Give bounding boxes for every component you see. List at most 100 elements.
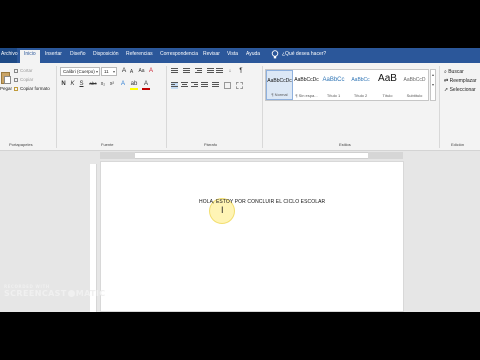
- styles-scroll[interactable]: ▴ ▾: [430, 69, 436, 101]
- style-label: Subtítulo: [406, 93, 423, 98]
- style-preview: AaBbCc: [322, 77, 345, 83]
- word-window: Archivo Inicio Insertar Diseño Disposici…: [0, 48, 480, 312]
- replace-label: Reemplazar: [449, 78, 477, 84]
- clipboard-group-label: Portapapeles: [9, 142, 33, 147]
- lightbulb-icon[interactable]: [271, 50, 281, 60]
- italic-button[interactable]: K: [69, 80, 76, 88]
- underline-button[interactable]: S: [78, 80, 85, 88]
- copy-icon: [14, 77, 18, 82]
- font-family-value: Calibri (Cuerpo): [63, 69, 95, 74]
- highlight-icon[interactable]: ab: [130, 80, 138, 88]
- cut-button[interactable]: Cortar: [14, 68, 33, 73]
- tab-revisar[interactable]: Revisar: [203, 51, 220, 57]
- watermark: RECORDED WITH SCREENCAST MATIC: [4, 284, 106, 298]
- superscript-button[interactable]: x²: [108, 80, 116, 88]
- style-label: Título: [382, 93, 393, 98]
- align-right-icon[interactable]: [191, 82, 198, 89]
- text-effects-icon[interactable]: A: [119, 80, 127, 88]
- editing-group-label: Edición: [451, 142, 465, 147]
- document-text[interactable]: HOLA, ESTOY POR CONCLUIR EL CICLO ESCOLA…: [199, 199, 325, 205]
- text-cursor-icon: I: [221, 205, 224, 215]
- grow-font-icon[interactable]: A: [120, 67, 128, 75]
- record-dot-icon: [67, 290, 75, 297]
- style-no-spacing[interactable]: AaBbCcDc ¶ Sin espa...: [293, 70, 320, 100]
- styles-group-label: Estilos: [339, 142, 351, 147]
- tab-disposicion[interactable]: Disposición: [93, 51, 119, 57]
- watermark-brand-right: MATIC: [75, 289, 106, 298]
- paragraph-group-label: Párrafo: [204, 142, 218, 147]
- divider: [262, 66, 263, 148]
- tell-me-search[interactable]: ¿Qué desea hacer?: [282, 51, 326, 57]
- pilcrow-icon[interactable]: ¶: [237, 67, 245, 75]
- tab-inicio[interactable]: Inicio: [20, 50, 40, 63]
- ribbon: Pegar Cortar Copiar Copiar formato Porta…: [0, 63, 480, 151]
- find-button[interactable]: ⌕ Buscar: [444, 69, 464, 75]
- chevron-down-icon[interactable]: ▾: [432, 82, 434, 87]
- paste-label: Pegar: [0, 86, 13, 91]
- divider: [439, 66, 440, 148]
- copy-label: Copiar: [20, 77, 34, 82]
- style-preview: AaBbCcD: [403, 77, 426, 83]
- select-button[interactable]: ➚ Seleccionar: [444, 87, 476, 93]
- tab-vista[interactable]: Vista: [227, 51, 238, 57]
- divider: [56, 66, 57, 148]
- tab-archivo[interactable]: Archivo: [0, 48, 18, 63]
- multilevel-list-icon[interactable]: [195, 68, 202, 75]
- divider: [166, 66, 167, 148]
- style-preview: AaBbCcDc: [294, 77, 319, 83]
- justify-icon[interactable]: [201, 82, 208, 89]
- font-color-icon[interactable]: A: [142, 80, 150, 88]
- ruler-right-margin: [368, 152, 403, 159]
- style-label: Título 2: [353, 93, 368, 98]
- shading-icon[interactable]: [224, 82, 231, 89]
- copy-button[interactable]: Copiar: [14, 77, 33, 82]
- font-group-label: Fuente: [101, 142, 114, 147]
- ruler-left-margin: [100, 152, 135, 159]
- style-heading-1[interactable]: AaBbCc Título 1: [320, 70, 347, 100]
- style-subtitle[interactable]: AaBbCcD Subtítulo: [401, 70, 428, 100]
- replace-button[interactable]: ⇄ Reemplazar: [444, 78, 477, 84]
- tab-ayuda[interactable]: Ayuda: [246, 51, 260, 57]
- font-size-select[interactable]: 11 ▾: [101, 67, 117, 76]
- align-center-icon[interactable]: [181, 82, 188, 89]
- sort-icon[interactable]: ↓: [226, 67, 234, 75]
- chevron-up-icon[interactable]: ▴: [432, 72, 434, 77]
- font-family-select[interactable]: Calibri (Cuerpo) ▾: [60, 67, 100, 76]
- style-label: Título 1: [326, 93, 341, 98]
- style-title[interactable]: AaB Título: [374, 70, 401, 100]
- bullets-icon[interactable]: [171, 68, 178, 75]
- format-painter-button[interactable]: Copiar formato: [14, 86, 50, 91]
- subscript-button[interactable]: x₂: [99, 80, 107, 88]
- watermark-brand-left: SCREENCAST: [4, 289, 67, 298]
- bold-button[interactable]: N: [60, 80, 67, 88]
- increase-indent-icon[interactable]: [216, 68, 223, 75]
- format-painter-label: Copiar formato: [20, 86, 50, 91]
- chevron-down-icon: ▾: [95, 69, 98, 74]
- tab-correspondencia[interactable]: Correspondencia: [160, 51, 198, 57]
- strikethrough-button[interactable]: abc: [88, 80, 98, 88]
- line-spacing-icon[interactable]: [212, 82, 219, 89]
- style-heading-2[interactable]: AaBbCc Título 2: [347, 70, 374, 100]
- decrease-indent-icon[interactable]: [207, 68, 214, 75]
- document-page[interactable]: HOLA, ESTOY POR CONCLUIR EL CICLO ESCOLA…: [100, 161, 404, 312]
- change-case-icon[interactable]: Aa: [137, 67, 146, 75]
- clear-format-icon[interactable]: A: [147, 67, 155, 75]
- shrink-font-icon[interactable]: A: [128, 68, 135, 76]
- styles-gallery: AaBbCcDc ¶ Normal AaBbCcDc ¶ Sin espa... A…: [265, 69, 429, 101]
- tab-diseno[interactable]: Diseño: [70, 51, 86, 57]
- align-left-icon[interactable]: [171, 82, 178, 89]
- ruler-track: [100, 152, 403, 159]
- find-label: Buscar: [448, 69, 464, 75]
- style-normal[interactable]: AaBbCcDc ¶ Normal: [266, 70, 293, 100]
- scissors-icon: [14, 68, 18, 73]
- watermark-line2: SCREENCAST MATIC: [4, 289, 106, 298]
- select-label: Seleccionar: [449, 87, 476, 93]
- borders-icon[interactable]: [236, 82, 243, 89]
- style-label: ¶ Normal: [271, 92, 288, 97]
- style-preview: AaBbCcDc: [267, 78, 292, 84]
- chevron-down-icon: ▾: [112, 69, 115, 74]
- tab-insertar[interactable]: Insertar: [45, 51, 62, 57]
- tab-referencias[interactable]: Referencias: [126, 51, 153, 57]
- numbering-icon[interactable]: [183, 68, 190, 75]
- horizontal-ruler[interactable]: [0, 151, 480, 160]
